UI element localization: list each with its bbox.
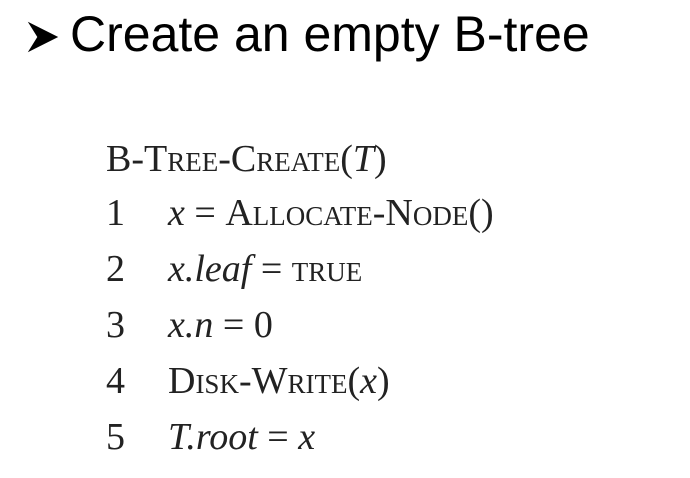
code-line-4: 4 Disk-Write(x) — [106, 353, 494, 409]
code-literal: 0 — [253, 304, 273, 346]
paren-close: ) — [374, 138, 387, 180]
code-parens: () — [468, 192, 494, 234]
assign-op: = — [213, 304, 254, 346]
slide-title-row: Create an empty B-tree — [24, 4, 590, 64]
pseudocode-block: B-Tree-Create(T) 1 x = Allocate-Node() 2… — [106, 133, 494, 465]
code-variable: x.n — [168, 304, 214, 346]
code-variable: x — [168, 192, 185, 234]
slide-title: Create an empty B-tree — [70, 6, 590, 62]
code-line-5: 5 T.root = x — [106, 409, 494, 465]
code-call: Allocate-Node — [225, 192, 469, 234]
code-constant: true — [291, 248, 363, 290]
procedure-param: T — [352, 138, 374, 180]
procedure-header: B-Tree-Create(T) — [106, 133, 494, 185]
code-line-2: 2 x.leaf = true — [106, 241, 494, 297]
paren-open: ( — [340, 138, 353, 180]
line-number: 3 — [106, 304, 125, 346]
line-code: Disk-Write(x) — [168, 353, 390, 409]
line-code: x = Allocate-Node() — [168, 185, 494, 241]
arrow-bullet-icon — [27, 21, 59, 53]
line-code: x.leaf = true — [168, 241, 362, 297]
procedure-name: B-Tree-Create — [106, 138, 341, 180]
code-variable: x — [298, 416, 316, 458]
code-call: Disk-Write — [168, 360, 348, 402]
line-number: 1 — [106, 192, 125, 234]
line-number: 2 — [106, 248, 125, 290]
assign-op: = — [251, 248, 292, 290]
line-code: T.root = x — [168, 409, 315, 465]
paren-close: ) — [377, 360, 390, 402]
code-line-3: 3 x.n = 0 — [106, 297, 494, 353]
code-variable: T.root — [168, 416, 258, 458]
paren-open: ( — [347, 360, 361, 402]
line-number: 5 — [106, 416, 125, 458]
line-code: x.n = 0 — [168, 297, 273, 353]
assign-op: = — [257, 416, 299, 458]
code-variable: x.leaf — [168, 248, 252, 290]
assign-op: = — [184, 192, 226, 234]
code-line-1: 1 x = Allocate-Node() — [106, 185, 494, 241]
line-number: 4 — [106, 360, 125, 402]
code-argument: x — [360, 360, 377, 402]
